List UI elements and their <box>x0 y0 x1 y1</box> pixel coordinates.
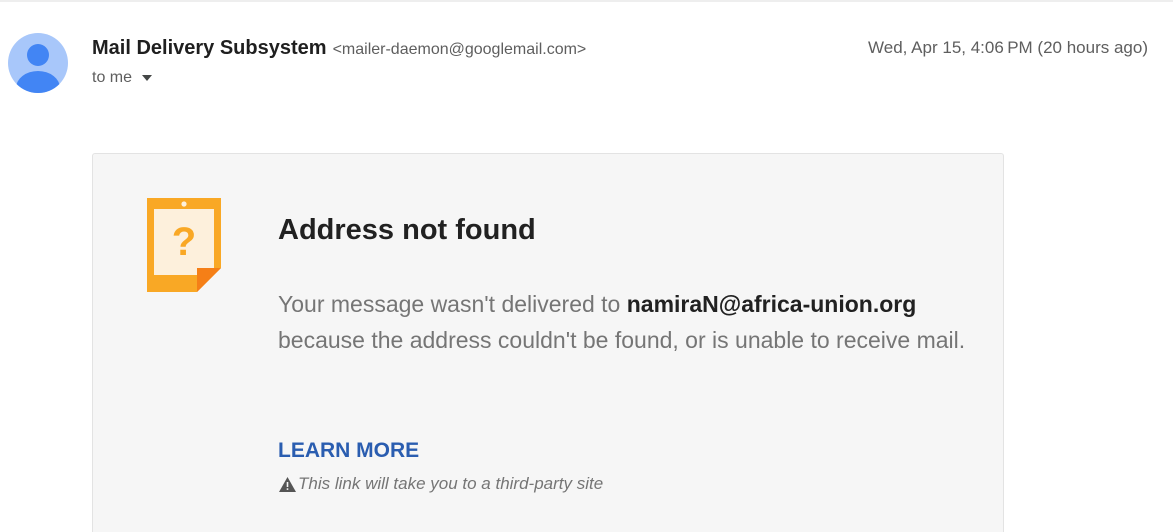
warning-triangle-icon <box>279 476 296 492</box>
bounce-message-prefix: Your message wasn't delivered to <box>278 291 627 317</box>
sender-email: <mailer-daemon@googlemail.com> <box>332 41 587 58</box>
svg-text:?: ? <box>172 220 196 264</box>
recipient-label: to me <box>92 69 133 86</box>
sender-avatar[interactable] <box>8 33 68 93</box>
third-party-warning: This link will take you to a third-party… <box>279 472 603 496</box>
person-icon <box>16 44 60 93</box>
learn-more-link[interactable]: LEARN MORE <box>278 437 419 465</box>
message-timestamp: Wed, Apr 15, 4:06 PM (20 hours ago) <box>868 38 1148 57</box>
caret-down-icon[interactable] <box>142 75 153 81</box>
divider <box>0 0 1173 2</box>
bounce-message: Your message wasn't delivered to namiraN… <box>278 286 968 358</box>
email-view: Mail Delivery Subsystem <mailer-daemon@go… <box>0 0 1173 532</box>
sender-line: Mail Delivery Subsystem <mailer-daemon@go… <box>92 36 586 62</box>
bounced-address: namiraN@africa-union.org <box>626 291 917 317</box>
bounce-message-suffix: because the address couldn't be found, o… <box>278 327 966 353</box>
recipient-details-toggle[interactable]: to me <box>92 67 153 89</box>
question-note-icon: ? <box>147 198 221 292</box>
warning-text: This link will take you to a third-party… <box>298 474 604 493</box>
bounce-title: Address not found <box>278 214 536 246</box>
bounce-notice-card: ? Address not found Your message wasn't … <box>92 153 1004 532</box>
sender-name[interactable]: Mail Delivery Subsystem <box>92 37 327 59</box>
